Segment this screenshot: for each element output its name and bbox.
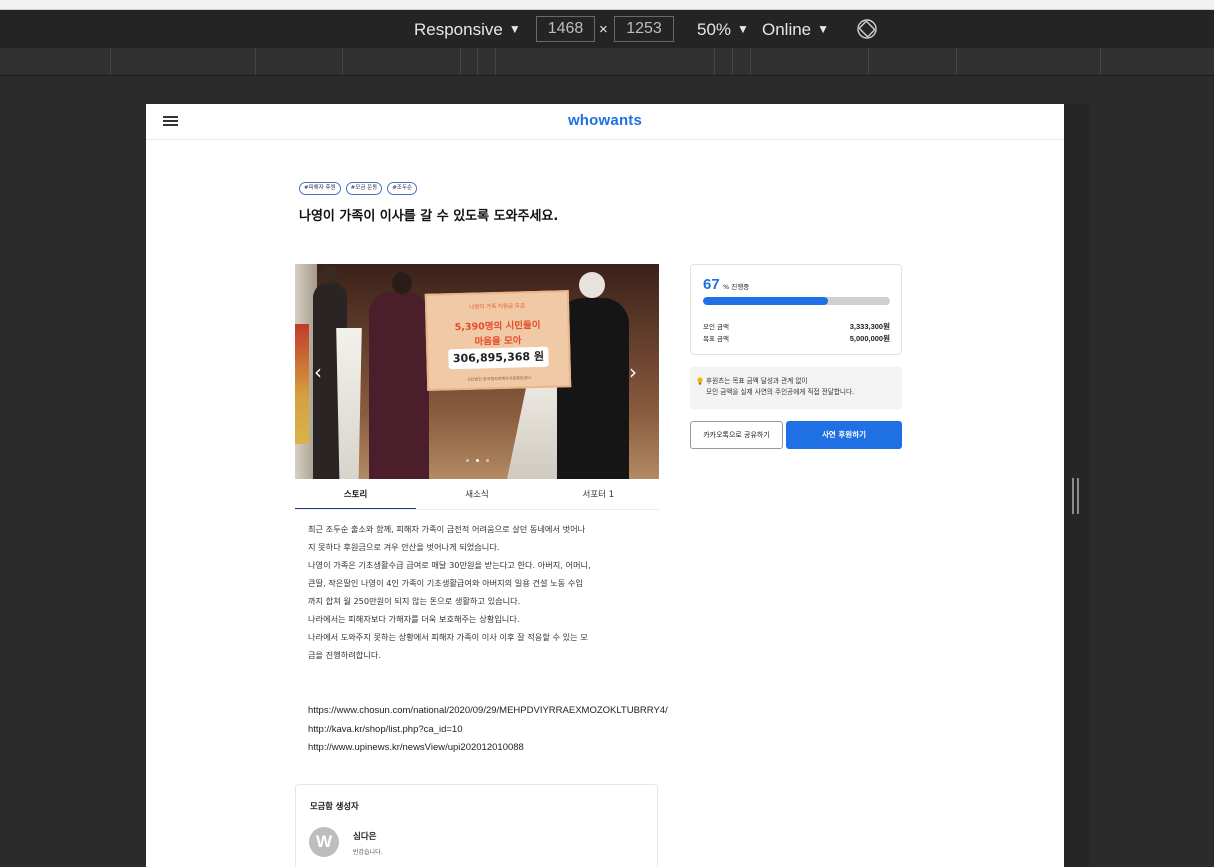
avatar[interactable]: W (309, 827, 339, 857)
kakao-share-button[interactable]: 카카오톡으로 공유하기 (690, 421, 783, 449)
site-logo[interactable]: whowants (146, 112, 1064, 129)
raised-amount-label: 모인 금액 (703, 323, 729, 331)
emulated-viewport: whowants #피해자 후원 #모금 운동 #조두순 나영이 가족이 이사를… (146, 104, 1064, 867)
board-footer: 사단법인 한국범죄피해자지원중앙센터 (467, 375, 531, 382)
reference-link[interactable]: https://www.chosun.com/national/2020/09/… (308, 702, 668, 721)
creator-heading: 모금함 생성자 (310, 801, 359, 811)
campaign-tags: #피해자 후원 #모금 운동 #조두순 (299, 182, 418, 195)
tab-story[interactable]: 스토리 (295, 484, 417, 509)
tab-supporters[interactable]: 서포터 1 (538, 484, 659, 509)
device-select-label: Responsive (414, 20, 503, 39)
network-throttle-select[interactable]: Online ▼ (762, 18, 829, 43)
story-line: 지 못하다 후원금으로 겨우 안산을 벗어나게 되었습니다. (308, 542, 500, 552)
media-query-ruler[interactable] (0, 48, 1214, 76)
campaign-tag[interactable]: #조두순 (387, 182, 418, 195)
dimension-separator: × (599, 21, 608, 38)
site-header: whowants (146, 104, 1064, 140)
tab-news[interactable]: 새소식 (416, 484, 537, 509)
goal-amount-value: 5,000,000원 (849, 334, 890, 343)
goal-amount-label: 목표 금액 (703, 335, 729, 343)
story-line: 최근 조두순 출소와 함께, 피해자 가족이 금전적 어려움으로 살던 동네에서… (308, 524, 586, 534)
content-tabs: 스토리 새소식 서포터 1 (295, 484, 659, 510)
progress-bar-fill (703, 297, 829, 305)
funding-progress-card: 67 % 진행중 모인 금액 3,333,300원 목표 금액 5,000,00… (690, 264, 902, 355)
reference-link[interactable]: http://www.upinews.kr/newsView/upi202012… (308, 739, 668, 758)
reference-links: https://www.chosun.com/national/2020/09/… (308, 702, 668, 758)
story-line: 나라에서 도와주지 못하는 상황에서 피해자 가족이 이사 이후 잘 적응할 수… (308, 632, 588, 642)
board-headline-2: 마음을 모아 (474, 335, 522, 348)
network-throttle-label: Online (762, 20, 812, 39)
browser-top-strip (0, 0, 1214, 10)
raised-amount-value: 3,333,300원 (849, 322, 890, 331)
story-line: 나영이 가족은 기초생활수급 급여로 매달 30만원을 받는다고 한다. 아버지… (308, 560, 591, 570)
campaign-tag[interactable]: #모금 운동 (345, 182, 383, 195)
device-toolbar: Responsive ▼ 1468 × 1253 50% ▼ Online ▼ (0, 10, 1214, 48)
story-line: 까지 합쳐 월 250만원이 되지 않는 돈으로 생활하고 있습니다. (308, 596, 521, 606)
viewport-resize-handle[interactable] (1072, 478, 1080, 514)
reference-link[interactable]: http://kava.kr/shop/list.php?ca_id=10 (308, 721, 668, 740)
chevron-down-icon: ▼ (817, 22, 830, 36)
donation-board: 나영이 가족 지원금 모금 5,390명의 시민들이 마음을 모아 306,89… (424, 290, 572, 391)
campaign-tag[interactable]: #피해자 후원 (299, 182, 341, 195)
progress-bar (703, 297, 890, 305)
zoom-select[interactable]: 50% ▼ (697, 18, 749, 43)
chevron-down-icon: ▼ (737, 22, 749, 36)
device-select[interactable]: Responsive ▼ (414, 18, 521, 43)
zoom-select-label: 50% (697, 20, 732, 39)
board-caption: 나영이 가족 지원금 모금 (469, 303, 526, 311)
carousel-dot[interactable] (486, 459, 489, 462)
creator-card: 모금함 생성자 W 심다은 반갑습니다. (295, 784, 658, 867)
carousel-dot-active[interactable] (476, 459, 479, 462)
notice-line: 모인 금액을 실제 사연의 주인공에게 직접 전달합니다. (706, 388, 855, 396)
story-line: 나라에서는 피해자보다 가해자를 더욱 보호해주는 상황입니다. (308, 614, 520, 624)
story-line: 금을 진행하려합니다. (308, 650, 381, 660)
notice-line: 후원츠는 목표 금액 달성과 관계 없이 (706, 377, 808, 385)
progress-label: % 진행중 (723, 283, 750, 291)
story-body: 최근 조두순 출소와 함께, 피해자 가족이 금전적 어려움으로 살던 동네에서… (308, 520, 653, 664)
carousel-dots (466, 459, 489, 462)
donation-notice: 후원츠는 목표 금액 달성과 관계 없이 모인 금액을 실제 사연의 주인공에게… (690, 367, 902, 409)
height-input[interactable]: 1253 (614, 16, 674, 42)
progress-percent: 67 (703, 276, 720, 293)
creator-message: 반갑습니다. (353, 849, 383, 856)
width-input[interactable]: 1468 (536, 16, 595, 42)
creator-name: 심다은 (353, 832, 377, 842)
rotate-device-icon[interactable] (856, 18, 878, 40)
board-amount: 306,895,368 원 (448, 346, 549, 370)
campaign-title: 나영이 가족이 이사를 갈 수 있도록 도와주세요. (299, 209, 559, 224)
lightbulb-icon (697, 377, 703, 385)
image-carousel[interactable]: 나영이 가족 지원금 모금 5,390명의 시민들이 마음을 모아 306,89… (295, 264, 659, 479)
story-line: 큰딸, 작은딸인 나영이 4인 가족이 기초생활급여와 아버지의 일용 건설 노… (308, 578, 583, 588)
chevron-down-icon: ▼ (508, 22, 521, 36)
donate-button[interactable]: 사연 후원하기 (786, 421, 902, 449)
carousel-dot[interactable] (466, 459, 469, 462)
carousel-next-icon[interactable]: › (629, 362, 637, 382)
carousel-prev-icon[interactable]: ‹ (314, 362, 322, 382)
